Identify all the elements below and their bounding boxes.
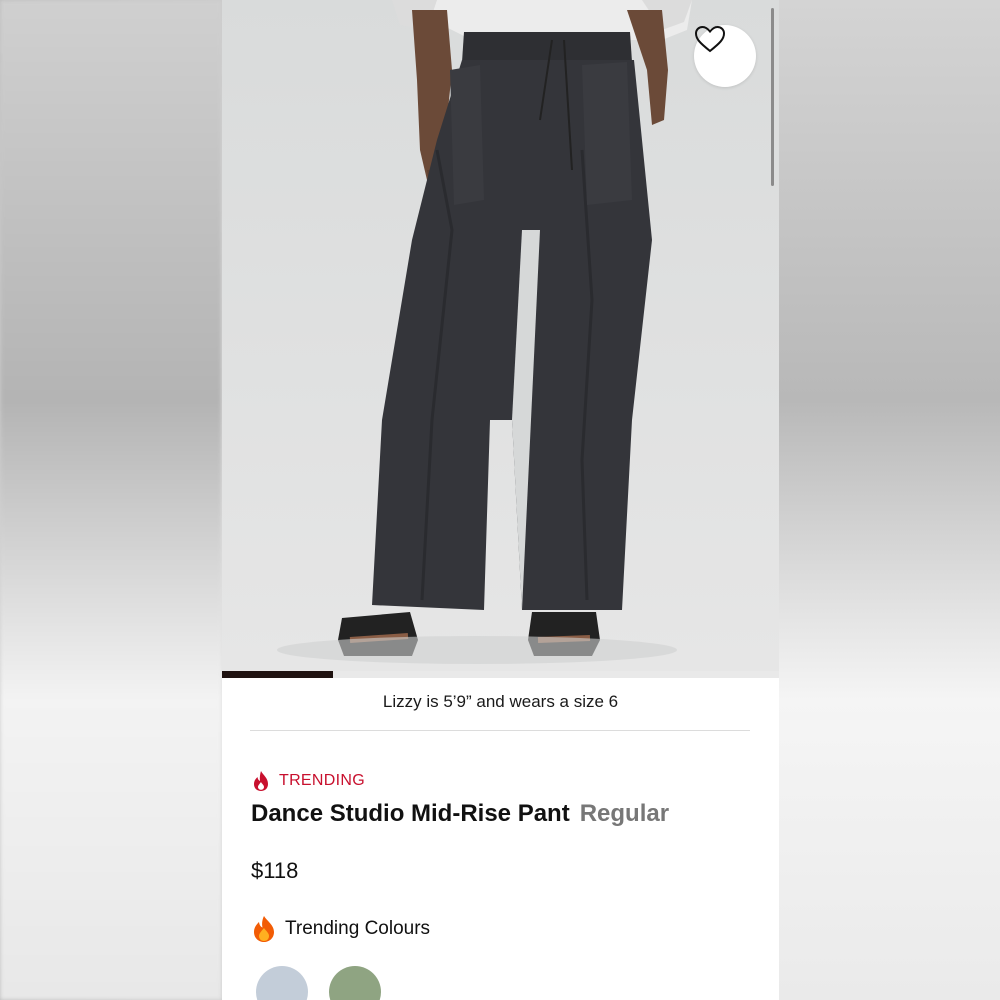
- product-price: $118: [251, 858, 299, 883]
- product-page: Lizzy is 5’9” and wears a size 6 TRENDIN…: [222, 0, 779, 1000]
- trending-colours-heading: Trending Colours: [251, 915, 430, 943]
- gallery-progress-track: [222, 671, 779, 678]
- product-title: Dance Studio Mid-Rise Pant Regular: [251, 800, 669, 828]
- product-fit: Regular: [579, 800, 670, 827]
- colour-swatch-sage-green[interactable]: [329, 966, 381, 1000]
- fire-emoji-icon: [254, 916, 274, 942]
- product-name: Dance Studio Mid-Rise Pant: [251, 800, 570, 827]
- heart-outline-icon: [694, 25, 726, 53]
- scrollbar[interactable]: [771, 8, 774, 186]
- model-wearing-pants-illustration: [277, 0, 692, 664]
- gallery-progress-fill: [222, 671, 334, 678]
- product-image[interactable]: [222, 0, 779, 674]
- trending-label: TRENDING: [279, 772, 365, 789]
- background-blur-right: [778, 0, 1000, 1000]
- flame-icon: [254, 771, 268, 791]
- model-size-caption: Lizzy is 5’9” and wears a size 6: [382, 692, 619, 711]
- trending-badge: TRENDING: [251, 770, 365, 792]
- background-blur-left: [0, 0, 222, 1000]
- trending-colours-label: Trending Colours: [285, 918, 431, 939]
- divider: [250, 730, 750, 731]
- favorite-button[interactable]: [694, 25, 756, 87]
- colour-swatch-light-blue[interactable]: [256, 966, 308, 1000]
